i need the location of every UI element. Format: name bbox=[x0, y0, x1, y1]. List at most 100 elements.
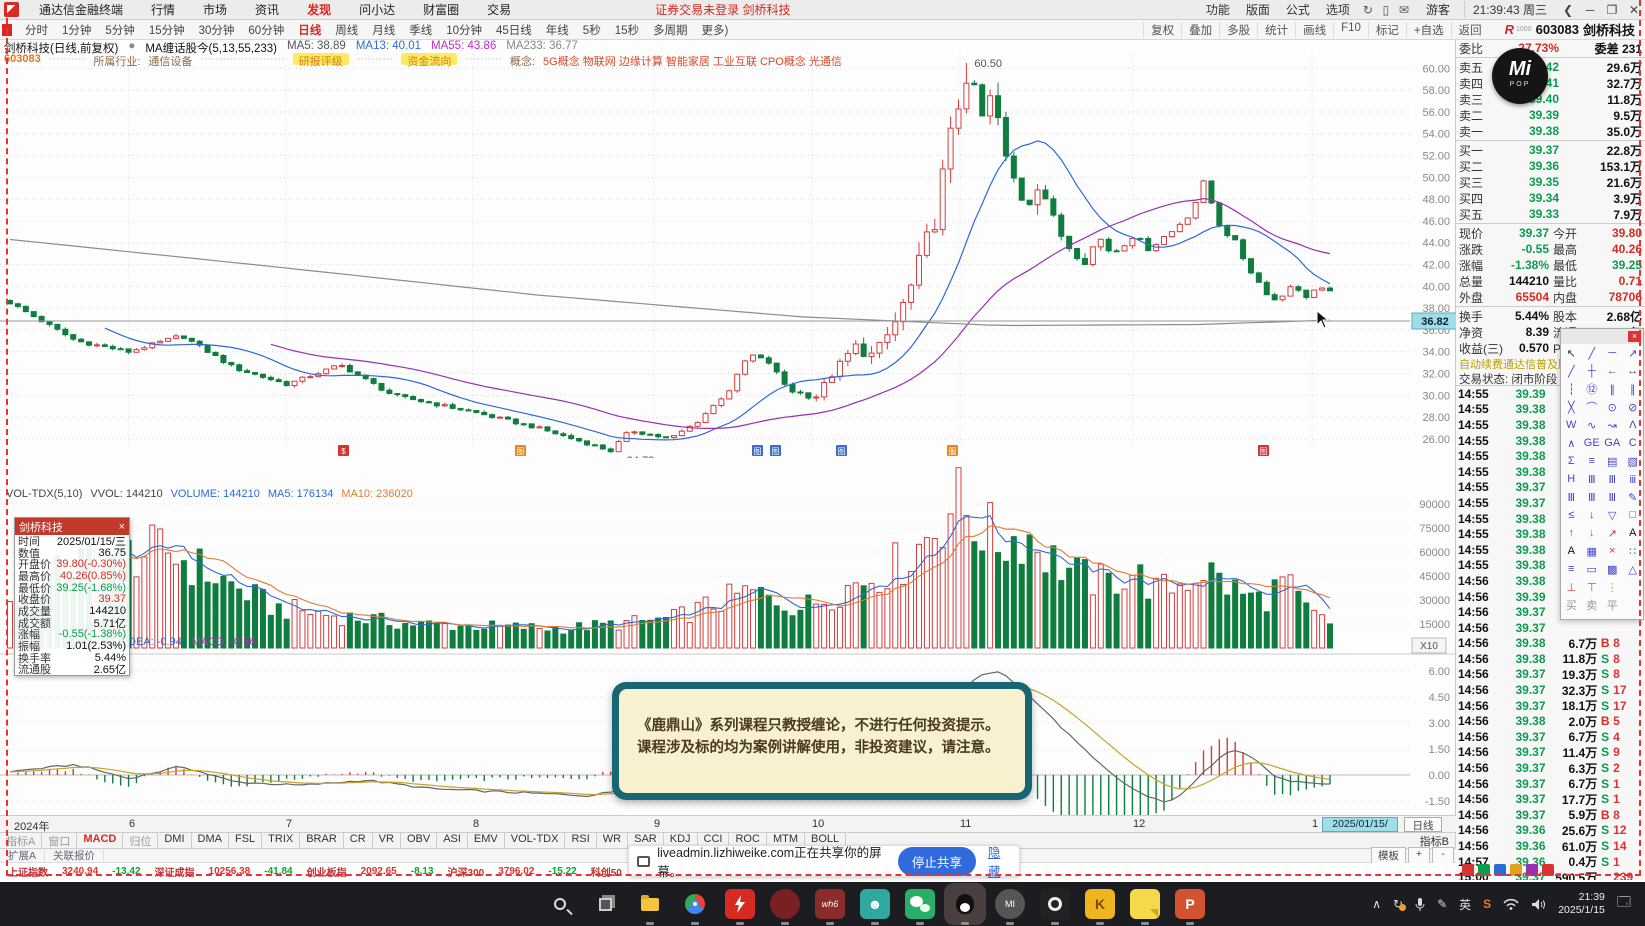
tool-F10[interactable]: F10 bbox=[1333, 21, 1368, 38]
mail-icon[interactable]: ✉ bbox=[1396, 3, 1412, 17]
draw-tool-icon[interactable]: Ⅲ bbox=[1561, 488, 1582, 506]
tick-row[interactable]: 14:56 39.38 11.8万 S 8 bbox=[1456, 651, 1645, 667]
wifi-icon[interactable] bbox=[1503, 898, 1519, 910]
draw-tool-icon[interactable]: Ⅲ bbox=[1582, 488, 1603, 506]
tab-TRIX[interactable]: TRIX bbox=[262, 832, 301, 849]
draw-tool-icon[interactable]: ┆ bbox=[1561, 380, 1582, 398]
tab-MACD[interactable]: MACD bbox=[77, 832, 124, 849]
ask-row[interactable]: 卖三 39.40 11.8万 bbox=[1456, 91, 1645, 107]
draw-tool-icon[interactable]: Ⅲ bbox=[1602, 470, 1623, 488]
taskbar-icon-powerpoint[interactable]: P bbox=[1175, 889, 1205, 925]
draw-tool-icon[interactable]: ↓ bbox=[1582, 524, 1603, 542]
draw-tool-icon[interactable]: ⌒ bbox=[1582, 398, 1603, 416]
draw-tool-icon[interactable]: GA bbox=[1602, 434, 1623, 452]
tick-row[interactable]: 14:56 39.37 11.4万 S 9 bbox=[1456, 745, 1645, 761]
notification-icon[interactable]: 🗔 bbox=[1617, 893, 1631, 915]
draw-tool-icon[interactable]: × bbox=[1602, 542, 1623, 560]
draw-tool-icon[interactable]: ╱ bbox=[1582, 344, 1603, 362]
minimize-button[interactable]: ─ bbox=[1579, 3, 1601, 17]
tool-+自选[interactable]: +自选 bbox=[1405, 21, 1451, 38]
menu-tool-公式[interactable]: 公式 bbox=[1278, 1, 1318, 18]
microphone-icon[interactable] bbox=[1415, 897, 1425, 912]
draw-tool-icon[interactable]: ↓ bbox=[1582, 506, 1603, 524]
highlight-blob[interactable]: 资金流向 bbox=[401, 53, 458, 68]
draw-tool-icon[interactable]: Σ bbox=[1561, 452, 1582, 470]
menu-tool-版面[interactable]: 版面 bbox=[1238, 1, 1278, 18]
period-5秒[interactable]: 5秒 bbox=[576, 22, 608, 38]
period-日线[interactable]: 日线 bbox=[291, 22, 328, 38]
draw-tool-icon[interactable]: ≡ bbox=[1561, 560, 1582, 578]
period-周线[interactable]: 周线 bbox=[328, 22, 365, 38]
tool-多股[interactable]: 多股 bbox=[1219, 21, 1257, 38]
tray-chevron-icon[interactable]: ∧ bbox=[1372, 897, 1381, 911]
period-10分钟[interactable]: 10分钟 bbox=[439, 22, 489, 38]
concept-links[interactable]: 5G概念 物联网 边缘计算 智能家居 工业互联 CPO概念 光通信 bbox=[543, 53, 842, 68]
menu-item-行情[interactable]: 行情 bbox=[137, 1, 189, 18]
tool-统计[interactable]: 统计 bbox=[1257, 21, 1295, 38]
tab-RSI[interactable]: RSI bbox=[565, 832, 597, 849]
tab-关联报价[interactable]: 关联报价 bbox=[45, 848, 105, 863]
tab-DMI[interactable]: DMI bbox=[158, 832, 192, 849]
menu-tool-功能[interactable]: 功能 bbox=[1198, 1, 1238, 18]
back-button[interactable]: ❮ bbox=[1557, 3, 1579, 17]
draw-tool-icon[interactable]: 卖 bbox=[1582, 596, 1603, 614]
highlight-blob[interactable]: 研报评级 bbox=[292, 53, 349, 68]
tick-row[interactable]: 14:56 39.38 2.0万 B 5 bbox=[1456, 713, 1645, 729]
tick-row[interactable]: 14:56 39.37 6.7万 S 4 bbox=[1456, 729, 1645, 745]
taskbar-icon-notes[interactable] bbox=[1130, 889, 1160, 925]
button--[interactable]: - bbox=[1432, 847, 1454, 864]
tick-row[interactable]: 14:56 39.36 61.0万 S 14 bbox=[1456, 838, 1645, 854]
tab-归位[interactable]: 归位 bbox=[123, 832, 159, 849]
button-模板[interactable]: 模板 bbox=[1371, 847, 1406, 864]
period-季线[interactable]: 季线 bbox=[402, 22, 439, 38]
sogou-icon[interactable]: S bbox=[1483, 897, 1491, 911]
draw-tool-icon[interactable]: GE bbox=[1582, 434, 1603, 452]
menu-tool-选项[interactable]: 选项 bbox=[1318, 1, 1358, 18]
draw-tool-icon[interactable]: 平 bbox=[1602, 596, 1623, 614]
tab-EMV[interactable]: EMV bbox=[468, 832, 505, 849]
taskbar-icon-kingsoft[interactable]: K bbox=[1085, 889, 1115, 925]
tick-row[interactable]: 14:56 39.37 19.3万 S 8 bbox=[1456, 667, 1645, 683]
menu-item-问小达[interactable]: 问小达 bbox=[345, 1, 409, 18]
period-5分钟[interactable]: 5分钟 bbox=[98, 22, 141, 38]
draw-tool-icon[interactable]: ↗ bbox=[1602, 524, 1623, 542]
pen-icon[interactable]: ✎ bbox=[1437, 897, 1447, 911]
tool-叠加[interactable]: 叠加 bbox=[1181, 21, 1219, 38]
period-月线[interactable]: 月线 bbox=[365, 22, 402, 38]
taskbar-icon-mi[interactable]: MI bbox=[995, 889, 1025, 925]
tab-DMA[interactable]: DMA bbox=[192, 832, 229, 849]
tick-row[interactable]: 14:56 39.37 32.3万 S 17 bbox=[1456, 682, 1645, 698]
tool-标记[interactable]: 标记 bbox=[1367, 21, 1406, 38]
menu-item-通达信金融终端[interactable]: 通达信金融终端 bbox=[25, 1, 137, 18]
ask-row[interactable]: 卖四39.4132.7万 bbox=[1456, 75, 1645, 91]
taskbar-icon-start[interactable] bbox=[500, 889, 530, 919]
history-icon[interactable]: ↻ bbox=[1360, 3, 1376, 17]
button-+[interactable]: + bbox=[1408, 847, 1430, 864]
taskbar-icon-explorer[interactable] bbox=[635, 889, 665, 925]
menu-item-交易[interactable]: 交易 bbox=[473, 1, 525, 18]
tick-row[interactable]: 14:56 39.37 17.7万 S 1 bbox=[1456, 791, 1645, 807]
tab-ASI[interactable]: ASI bbox=[437, 832, 468, 849]
period-年线[interactable]: 年线 bbox=[539, 22, 576, 38]
tab-FSL[interactable]: FSL bbox=[229, 832, 263, 849]
draw-tool-icon[interactable]: ▭ bbox=[1582, 560, 1603, 578]
bid-row[interactable]: 买三 39.35 21.6万 bbox=[1456, 174, 1645, 190]
menu-item-发现[interactable]: 发现 bbox=[293, 1, 345, 18]
bid-row[interactable]: 买五 39.33 7.9万 bbox=[1456, 206, 1645, 222]
taskbar-icon-cam[interactable] bbox=[1040, 889, 1070, 925]
period-多周期[interactable]: 多周期 bbox=[646, 22, 695, 38]
draw-tool-icon[interactable]: Ⅲ bbox=[1582, 470, 1603, 488]
taskbar-icon-search[interactable] bbox=[545, 889, 575, 919]
draw-tool-icon[interactable]: ╳ bbox=[1561, 398, 1582, 416]
tray-clock[interactable]: 21:39 2025/1/15 bbox=[1558, 891, 1605, 917]
draw-tool-icon[interactable]: ↖ bbox=[1561, 344, 1582, 362]
draw-tool-icon[interactable]: ≡ bbox=[1582, 452, 1603, 470]
menu-item-财富圈[interactable]: 财富圈 bbox=[409, 1, 473, 18]
period-15分钟[interactable]: 15分钟 bbox=[142, 22, 192, 38]
tick-row[interactable]: 14:56 39.36 25.6万 S 12 bbox=[1456, 823, 1645, 839]
draw-tool-icon[interactable]: ╱ bbox=[1561, 362, 1582, 380]
tool-返回[interactable]: 返回 bbox=[1450, 21, 1489, 38]
close-icon[interactable]: × bbox=[119, 521, 125, 533]
taskbar-icon-chrome[interactable] bbox=[680, 889, 710, 925]
tab-VOL-TDX[interactable]: VOL-TDX bbox=[505, 832, 566, 849]
